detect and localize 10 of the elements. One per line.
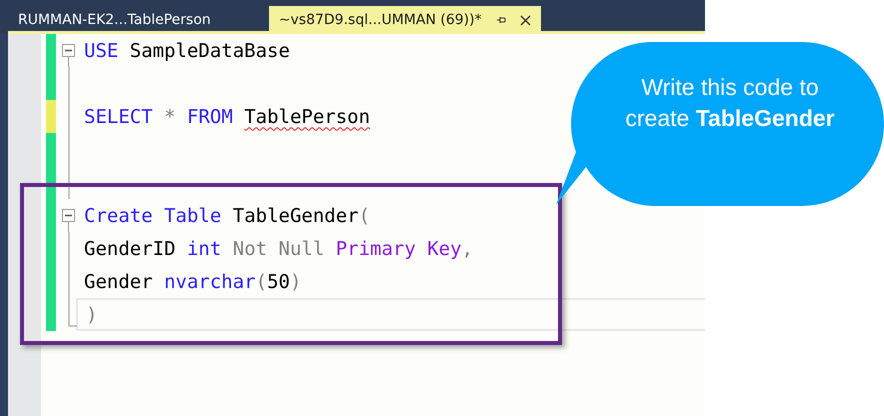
pin-icon[interactable] [496, 15, 506, 25]
code-line: USE SampleDataBase [84, 40, 290, 62]
document-tab[interactable]: RUMMAN-EK2...TablePerson [8, 6, 221, 34]
code-line: Create Table TableGender( [84, 204, 370, 226]
code-line: ) [86, 304, 98, 326]
close-icon[interactable] [520, 14, 531, 26]
callout-text: Write this code to create TableGender [624, 73, 836, 133]
code-line: GenderID int Not Null Primary Key, [84, 238, 474, 260]
code-line: Gender nvarchar(50) [84, 270, 302, 292]
code-line: SELECT * FROM TablePerson [84, 106, 370, 128]
